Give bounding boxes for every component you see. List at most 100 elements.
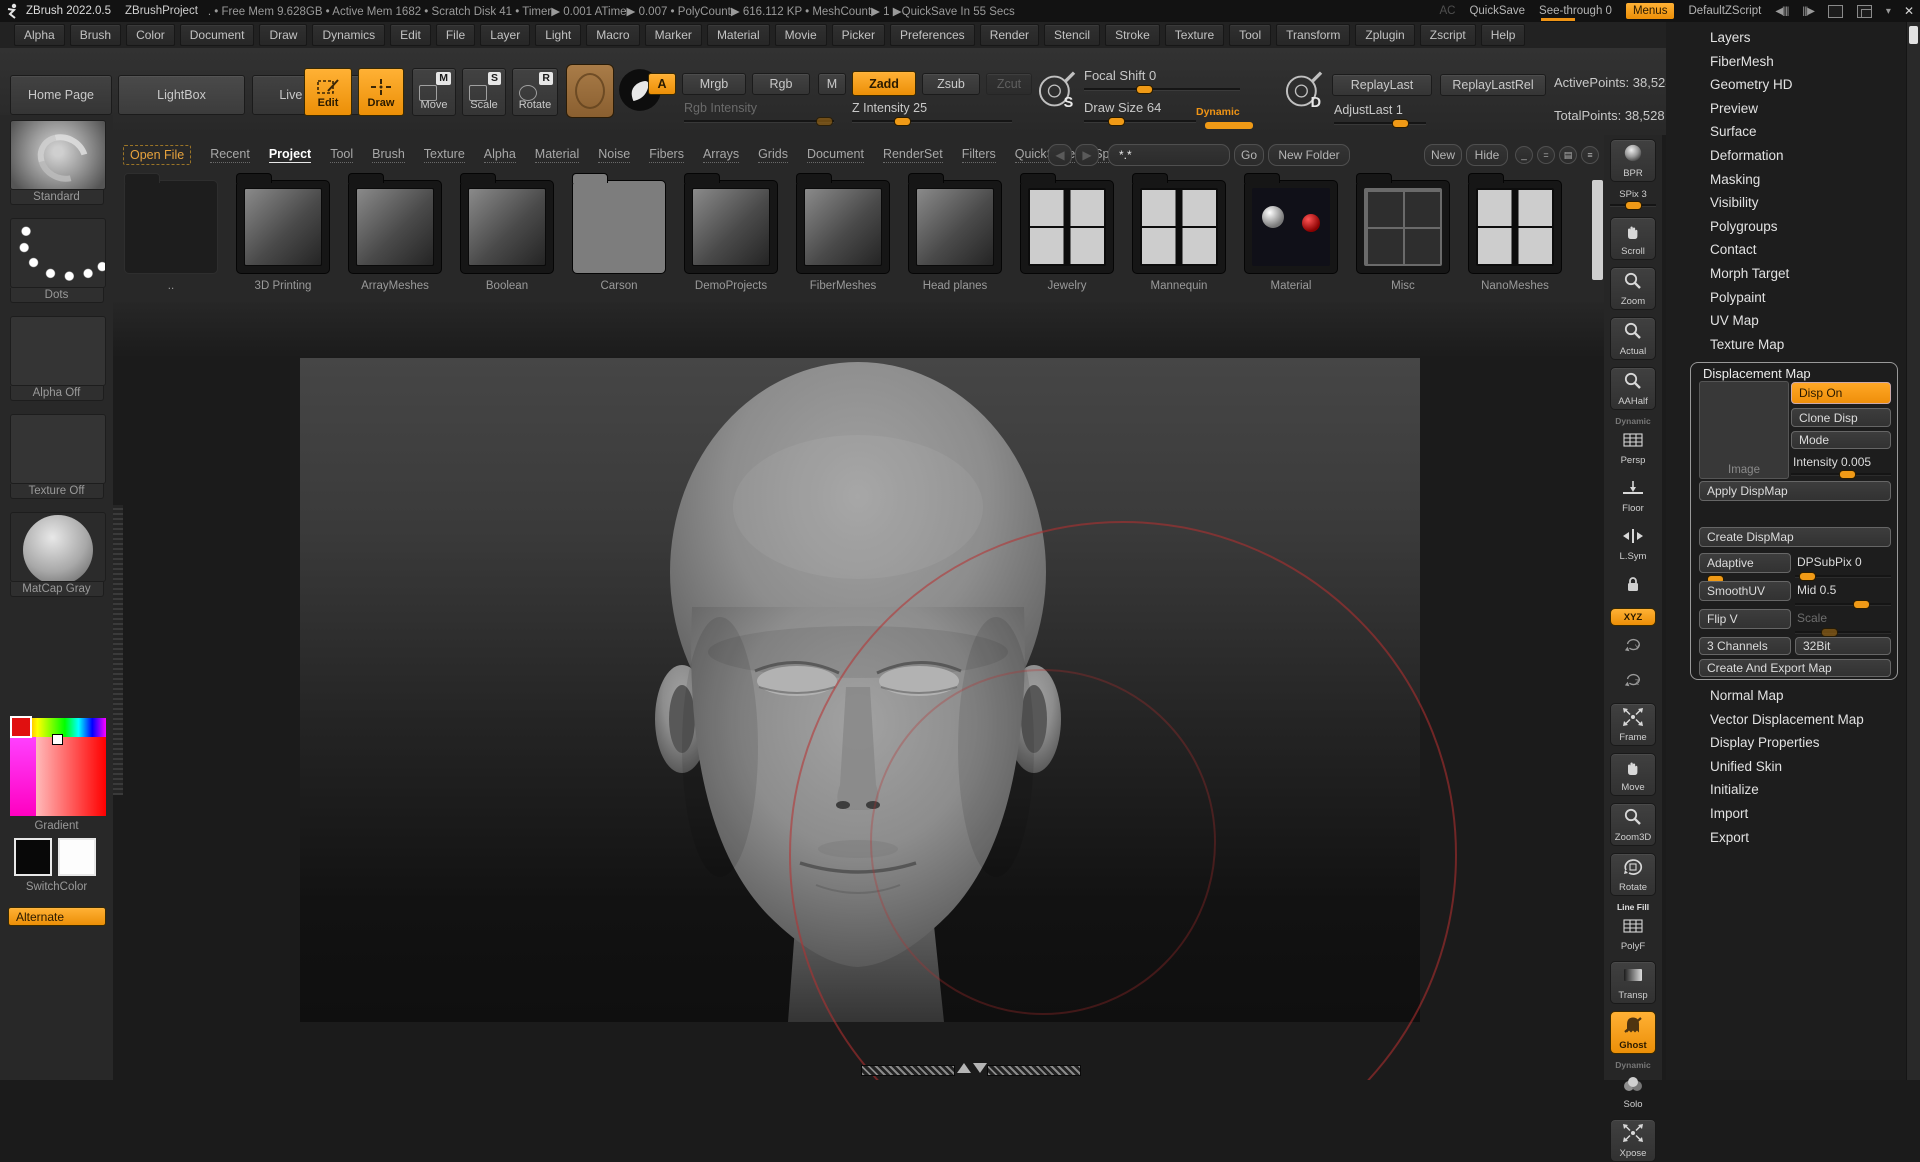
menu-movie[interactable]: Movie xyxy=(775,24,827,46)
draw-button[interactable]: Draw xyxy=(358,68,404,116)
tile-dots[interactable]: Dots xyxy=(10,218,104,303)
dpsubpix-slider[interactable]: DPSubPix 0 xyxy=(1797,555,1862,569)
scale-track[interactable] xyxy=(1795,631,1891,633)
intensity-track[interactable] xyxy=(1791,473,1891,475)
menu-material[interactable]: Material xyxy=(707,24,770,46)
restore-icon[interactable] xyxy=(1857,5,1872,18)
transp-button[interactable]: Transp xyxy=(1610,961,1656,1004)
rgb-intensity-handle[interactable] xyxy=(816,117,833,126)
draw-size-track[interactable] xyxy=(1084,120,1196,122)
tab-noise[interactable]: Noise xyxy=(598,147,630,163)
adjust-last-handle[interactable] xyxy=(1392,119,1409,128)
tab-brush[interactable]: Brush xyxy=(372,147,405,163)
mid-handle[interactable] xyxy=(1853,600,1870,609)
h-scrollbar-right[interactable] xyxy=(987,1065,1081,1076)
tab-recent[interactable]: Recent xyxy=(210,147,250,163)
draw-size-slider[interactable]: Draw Size 64 xyxy=(1084,100,1161,115)
scroll-down-icon[interactable] xyxy=(973,1063,987,1073)
menu-help[interactable]: Help xyxy=(1481,24,1526,46)
z-intensity-handle[interactable] xyxy=(894,117,911,126)
focal-shift-slider[interactable]: Focal Shift 0 xyxy=(1084,68,1156,83)
lightbox-go-button[interactable]: Go xyxy=(1234,144,1264,166)
right-scrollbar-thumb[interactable] xyxy=(1909,26,1918,44)
stroke-picker-button[interactable]: S xyxy=(1036,68,1078,119)
menu-picker[interactable]: Picker xyxy=(832,24,885,46)
close-icon[interactable]: ✕ xyxy=(1904,4,1914,18)
tab-tool[interactable]: Tool xyxy=(330,147,353,163)
rotate-button[interactable]: R Rotate xyxy=(512,68,558,116)
actual-button[interactable]: Actual xyxy=(1610,317,1656,360)
menu-marker[interactable]: Marker xyxy=(645,24,702,46)
tab-arrays[interactable]: Arrays xyxy=(703,147,739,163)
section-deformation[interactable]: Deformation xyxy=(1666,144,1906,168)
switch-color-black[interactable] xyxy=(14,838,52,876)
menu-render[interactable]: Render xyxy=(980,24,1039,46)
displacement-title[interactable]: Displacement Map xyxy=(1703,366,1811,381)
tab-renderset[interactable]: RenderSet xyxy=(883,147,943,163)
default-zscript-button[interactable]: DefaultZScript xyxy=(1688,5,1761,17)
disp-on-button[interactable]: Disp On xyxy=(1791,382,1891,404)
section-visibility[interactable]: Visibility xyxy=(1666,191,1906,215)
tab-alpha[interactable]: Alpha xyxy=(484,147,516,163)
intensity-slider[interactable]: Intensity 0.005 xyxy=(1793,455,1871,469)
adjust-last-slider[interactable]: AdjustLast 1 xyxy=(1334,103,1403,117)
zoom3d-button[interactable]: Zoom3D xyxy=(1610,803,1656,846)
menu-brush[interactable]: Brush xyxy=(70,24,121,46)
zoom-button[interactable]: Zoom xyxy=(1610,267,1656,310)
view-grid-icon[interactable]: ▤ xyxy=(1559,146,1577,164)
replay-last-button[interactable]: ReplayLast xyxy=(1332,74,1432,96)
color-selector[interactable] xyxy=(52,734,63,745)
folder-mannequin[interactable]: Mannequin xyxy=(1126,172,1232,292)
menu-alpha[interactable]: Alpha xyxy=(14,24,65,46)
right-scrollbar[interactable] xyxy=(1906,22,1920,1080)
section-morph-target[interactable]: Morph Target xyxy=(1666,262,1906,286)
ghost-button[interactable]: Ghost xyxy=(1610,1011,1656,1054)
mode-button[interactable]: Mode xyxy=(1791,431,1891,449)
section-texture-map[interactable]: Texture Map xyxy=(1666,333,1906,357)
folder-boolean[interactable]: Boolean xyxy=(454,172,560,292)
zadd-button[interactable]: Zadd xyxy=(852,71,916,96)
tile-texture-off[interactable]: Texture Off xyxy=(10,414,104,499)
view-menu-icon[interactable]: ≡ xyxy=(1581,146,1599,164)
flip-v-button[interactable]: Flip V xyxy=(1699,609,1791,629)
lightbox-new-button[interactable]: New xyxy=(1424,144,1462,166)
dpsubpix-track[interactable] xyxy=(1795,575,1891,577)
folder-head-planes[interactable]: Head planes xyxy=(902,172,1008,292)
menu-transform[interactable]: Transform xyxy=(1276,24,1350,46)
home-page-button[interactable]: Home Page xyxy=(10,75,112,115)
l-sym-button[interactable]: L.Sym xyxy=(1610,523,1656,564)
magenta-column[interactable] xyxy=(10,737,36,816)
scroll-up-icon[interactable] xyxy=(957,1063,971,1073)
rotz-button[interactable]: Z xyxy=(1610,668,1656,696)
lightbox-prev-button[interactable]: ◀ xyxy=(1048,144,1072,166)
m-button[interactable]: M xyxy=(818,73,846,95)
gradient-label[interactable]: Gradient xyxy=(0,820,113,832)
zsub-button[interactable]: Zsub xyxy=(922,73,980,95)
lock-button[interactable] xyxy=(1610,571,1656,601)
rgb-intensity-track[interactable] xyxy=(684,120,834,122)
menu-edit[interactable]: Edit xyxy=(390,24,431,46)
folder-nanomeshes[interactable]: NanoMeshes xyxy=(1462,172,1568,292)
menu-zplugin[interactable]: Zplugin xyxy=(1355,24,1414,46)
menu-light[interactable]: Light xyxy=(535,24,581,46)
left-divider-handle[interactable] xyxy=(113,505,123,795)
tab-material[interactable]: Material xyxy=(535,147,579,163)
section-export[interactable]: Export xyxy=(1666,826,1906,850)
lightbox-hide-button[interactable]: Hide xyxy=(1466,144,1508,166)
polyf-button[interactable]: PolyF xyxy=(1610,913,1656,954)
scale-button[interactable]: S Scale xyxy=(462,68,506,116)
tab-document[interactable]: Document xyxy=(807,147,864,163)
view-minimal-icon[interactable]: _ xyxy=(1515,146,1533,164)
move-button[interactable]: Move xyxy=(1610,753,1656,796)
alternate-button[interactable]: Alternate xyxy=(8,907,106,926)
see-through-slider[interactable]: See-through 0 xyxy=(1539,5,1612,17)
rotate-button[interactable]: Rotate xyxy=(1610,853,1656,896)
apply-dispmap-button[interactable]: Apply DispMap xyxy=(1699,481,1891,501)
section-unified-skin[interactable]: Unified Skin xyxy=(1666,755,1906,779)
menu-layer[interactable]: Layer xyxy=(480,24,530,46)
layout-icon[interactable] xyxy=(1828,5,1843,18)
menu-stroke[interactable]: Stroke xyxy=(1105,24,1160,46)
folder-carson[interactable]: Carson xyxy=(566,172,672,292)
section-masking[interactable]: Masking xyxy=(1666,168,1906,192)
xyz-button[interactable]: XYZ xyxy=(1610,608,1656,626)
